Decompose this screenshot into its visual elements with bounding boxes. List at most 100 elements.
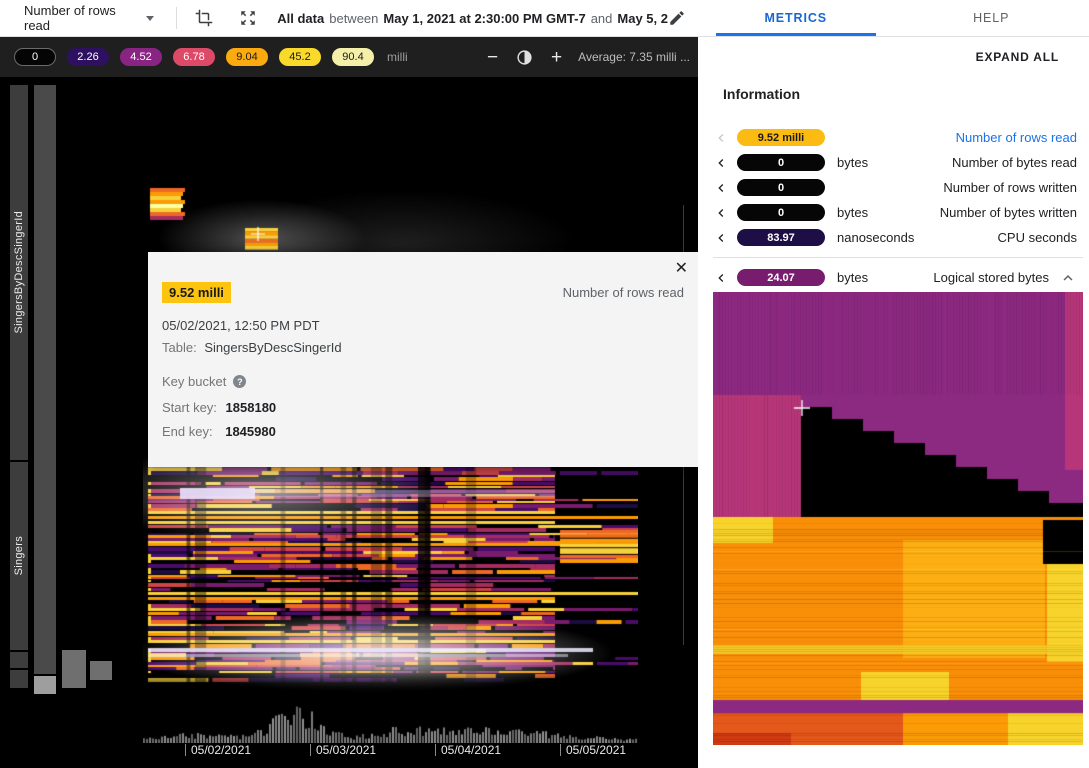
date-label: 05/05/2021 [566, 743, 626, 757]
range-and-word: and [591, 11, 613, 26]
key-visualizer-app: Number of rows read All data between May… [0, 0, 1089, 768]
heatmap-region: 0 2.26 4.52 6.78 9.04 45.2 90.4 milli − … [0, 37, 698, 768]
key-range-bar-small[interactable] [10, 670, 28, 688]
metric-unit: bytes [837, 270, 868, 285]
legend-swatch: 6.78 [173, 48, 215, 66]
table-label-vertical: Singers [13, 536, 25, 575]
color-scale-legend: 0 2.26 4.52 6.78 9.04 45.2 90.4 milli − … [0, 37, 698, 77]
metric-value-badge: 0 [737, 154, 825, 171]
metric-row-cpu-seconds[interactable]: 83.97 nanoseconds CPU seconds [713, 225, 1077, 250]
help-icon[interactable]: ? [233, 375, 246, 388]
key-bucket-bar-highlight[interactable] [34, 676, 56, 694]
metric-unit: bytes [837, 155, 868, 170]
timeline-density-sparkline[interactable] [143, 699, 638, 743]
legend-swatch: 9.04 [226, 48, 268, 66]
date-tick [560, 744, 561, 756]
key-bucket-label: Key bucket [162, 374, 226, 389]
metric-label[interactable]: Number of rows written [943, 180, 1077, 195]
expand-all-button[interactable]: EXPAND ALL [976, 50, 1059, 64]
key-range-bar-singersbydesc[interactable]: SingersByDescSingerId [10, 85, 28, 460]
start-key-value: 1858180 [226, 400, 277, 415]
metric-label[interactable]: Number of rows read [956, 130, 1077, 145]
tooltip-value-row: 9.52 milli Number of rows read [162, 282, 684, 303]
chevron-left-icon[interactable] [713, 205, 729, 221]
metric-label[interactable]: Number of bytes read [952, 155, 1077, 170]
start-key-row: Start key: 1858180 [162, 400, 276, 415]
tooltip-value-badge: 9.52 milli [162, 282, 231, 303]
metric-unit: nanoseconds [837, 230, 914, 245]
tooltip-table-row: Table: SingersByDescSingerId [162, 340, 342, 355]
contrast-increase-button[interactable]: + [549, 48, 564, 67]
metric-label[interactable]: Number of bytes written [940, 205, 1077, 220]
edit-range-button[interactable] [668, 9, 686, 27]
top-toolbar: Number of rows read All data between May… [0, 0, 1089, 37]
legend-swatch: 4.52 [120, 48, 162, 66]
key-bucket-row: Key bucket ? [162, 374, 246, 389]
metric-value-badge: 0 [737, 204, 825, 221]
metric-value-badge: 0 [737, 179, 825, 196]
average-value: Average: 7.35 milli ... [578, 50, 690, 64]
tab-help[interactable]: HELP [894, 0, 1089, 36]
date-tick [435, 744, 436, 756]
tooltip-metric-name: Number of rows read [563, 285, 684, 300]
metric-value-badge: 83.97 [737, 229, 825, 246]
range-between-word: between [329, 11, 378, 26]
toolbar-left: Number of rows read All data between May… [0, 0, 698, 36]
expand-view-button[interactable] [239, 9, 257, 27]
chevron-left-icon[interactable] [713, 180, 729, 196]
metric-label[interactable]: Logical stored bytes [933, 270, 1049, 285]
metric-value-badge: 24.07 [737, 269, 825, 286]
contrast-decrease-button[interactable]: − [485, 48, 500, 67]
zoom-level-block[interactable] [62, 650, 86, 688]
tab-metrics[interactable]: METRICS [698, 0, 894, 36]
metric-dropdown-label: Number of rows read [24, 3, 139, 33]
legend-swatch: 90.4 [332, 48, 374, 66]
metric-row-bytes-read[interactable]: 0 bytes Number of bytes read [713, 150, 1077, 175]
legend-swatch: 0 [14, 48, 56, 66]
start-key-label: Start key: [162, 400, 217, 415]
key-bucket-bar[interactable] [34, 85, 56, 674]
metric-label[interactable]: CPU seconds [998, 230, 1077, 245]
tooltip-timestamp: 05/02/2021, 12:50 PM PDT [162, 318, 320, 333]
metrics-panel: EXPAND ALL Information 9.52 milli Number… [698, 37, 1089, 768]
legend-swatch: 45.2 [279, 48, 321, 66]
chevron-up-icon[interactable] [1059, 269, 1077, 287]
range-prefix: All data [277, 11, 324, 26]
metric-unit: bytes [837, 205, 868, 220]
table-label-vertical: SingersByDescSingerId [13, 211, 25, 333]
time-range-text: All data between May 1, 2021 at 2:30:00 … [277, 11, 668, 26]
end-key-row: End key: 1845980 [162, 424, 276, 439]
toolbar-divider [176, 7, 177, 29]
date-tick [185, 744, 186, 756]
legend-swatch: 2.26 [67, 48, 109, 66]
panel-tabs: METRICS HELP [698, 0, 1089, 36]
metric-thumbnail-heatmap[interactable] [713, 292, 1083, 745]
end-key-label: End key: [162, 424, 213, 439]
chevron-left-icon[interactable] [713, 155, 729, 171]
dropdown-caret-icon [146, 16, 154, 21]
date-label: 05/02/2021 [191, 743, 251, 757]
key-range-bar-singers[interactable]: Singers [10, 462, 28, 650]
date-tick [310, 744, 311, 756]
metric-row-rows-written[interactable]: 0 Number of rows written [713, 175, 1077, 200]
metric-row-logical-stored-bytes[interactable]: 24.07 bytes Logical stored bytes [713, 265, 1077, 290]
zoom-level-block[interactable] [90, 661, 112, 680]
legend-unit: milli [387, 50, 408, 64]
chevron-left-icon[interactable] [713, 230, 729, 246]
chevron-left-icon[interactable] [713, 270, 729, 286]
contrast-icon[interactable] [516, 49, 533, 66]
key-range-bar-small[interactable] [10, 652, 28, 668]
chevron-left-icon[interactable] [713, 130, 729, 146]
metric-rows: 9.52 milli Number of rows read 0 bytes N… [713, 125, 1077, 250]
metric-row-rows-read[interactable]: 9.52 milli Number of rows read [713, 125, 1077, 150]
date-label: 05/03/2021 [316, 743, 376, 757]
divider [713, 257, 1083, 258]
close-icon[interactable]: ✕ [675, 258, 688, 278]
metric-row-bytes-written[interactable]: 0 bytes Number of bytes written [713, 200, 1077, 225]
date-label: 05/04/2021 [441, 743, 501, 757]
heatmap-tooltip: ✕ 9.52 milli Number of rows read 05/02/2… [148, 252, 698, 467]
crop-button[interactable] [195, 9, 213, 27]
metric-dropdown[interactable]: Number of rows read [24, 3, 154, 33]
metric-value-badge: 9.52 milli [737, 129, 825, 146]
information-heading: Information [723, 86, 800, 102]
